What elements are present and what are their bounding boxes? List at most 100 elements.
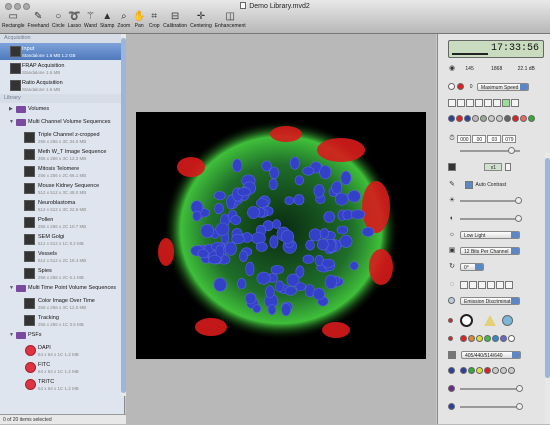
bin-1-button[interactable] <box>460 280 468 289</box>
intensity-slider-2[interactable] <box>460 402 523 410</box>
tool-centering-button[interactable]: ✛ Centering <box>190 11 212 33</box>
list-item[interactable]: Tracking 256 x 256 x 1C 3.5 MB <box>0 312 124 329</box>
frame-field-2[interactable]: 00 <box>472 134 487 143</box>
histogram-icon[interactable] <box>475 98 483 107</box>
tool-lasso-button[interactable]: ➰ Lasso <box>68 11 81 33</box>
frame-field-3[interactable]: 03 <box>487 134 502 143</box>
channel-olive-swatch[interactable] <box>480 115 487 123</box>
list-item[interactable]: DAPI 64 x 64 x 1C 1.2 MB <box>0 342 124 359</box>
channel-red-swatch[interactable] <box>456 115 463 123</box>
list-item[interactable]: Triple Channel z-cropped 256 x 256 x 3C 3… <box>0 129 124 146</box>
record-mode-icon[interactable] <box>457 98 465 107</box>
disclosure-triangle-icon[interactable]: ▼ <box>9 329 14 342</box>
bin-2-button[interactable] <box>469 280 477 289</box>
wl-4[interactable] <box>484 367 491 375</box>
filter-orange[interactable] <box>468 335 475 343</box>
image-viewer[interactable] <box>126 34 436 424</box>
rotation-dropdown[interactable]: 0° <box>460 262 484 271</box>
bin-5-button[interactable] <box>496 280 504 289</box>
library-group[interactable]: ▼ PSFs <box>0 329 124 342</box>
bin-4-button[interactable] <box>487 280 495 289</box>
filter-red[interactable] <box>460 335 467 343</box>
channel-green-swatch[interactable] <box>528 115 535 123</box>
channel-light-swatch[interactable] <box>488 115 495 123</box>
frame-field-4[interactable]: 079 <box>502 134 517 143</box>
tool-circle-button[interactable]: ○ Circle <box>52 11 65 33</box>
wl-6[interactable] <box>500 367 507 375</box>
bin-3-button[interactable] <box>478 280 486 289</box>
microscopy-image[interactable] <box>136 112 426 359</box>
channel-grey-swatch[interactable] <box>472 115 479 123</box>
tool-zoom-button[interactable]: ⌕ Zoom <box>117 11 130 33</box>
filter-white[interactable] <box>508 335 515 343</box>
channel-red2-swatch[interactable] <box>512 115 519 123</box>
list-item[interactable]: Vessels 512 x 512 x 2C 18.4 MB <box>0 248 124 265</box>
wl-5[interactable] <box>492 367 499 375</box>
bit-depth-dropdown[interactable]: 12 Bits Per Channel <box>460 246 520 255</box>
light-mode-dropdown[interactable]: Low Light <box>460 230 520 239</box>
zoom-field[interactable]: x1 <box>484 162 503 171</box>
list-item[interactable]: Spies 256 x 256 x 2C 6.1 MB <box>0 265 124 282</box>
list-item[interactable]: TRITC 64 x 64 x 1C 1.2 MB <box>0 376 124 393</box>
filter-yellow[interactable] <box>476 335 483 343</box>
tool-stamp-button[interactable]: ▲ Stamp <box>100 11 114 33</box>
frame-slider-knob[interactable] <box>508 146 515 154</box>
tool-wand-button[interactable]: ⚚ Wand <box>84 11 97 33</box>
library-group[interactable]: ▼ Multi Channel Volume Sequences <box>0 116 124 129</box>
disclosure-triangle-icon[interactable]: ▼ <box>9 116 14 129</box>
camera-icon[interactable] <box>448 98 456 107</box>
contrast-slider[interactable] <box>460 214 522 222</box>
library-group[interactable]: ▶ Volumes <box>0 103 124 116</box>
list-item[interactable]: FITC 64 x 64 x 1C 1.2 MB <box>0 359 124 376</box>
tool-rectangle-button[interactable]: ▭ Rectangle <box>2 11 25 33</box>
filter-green[interactable] <box>484 335 491 343</box>
snowflake-icon[interactable] <box>511 98 519 107</box>
tool-pan-button[interactable]: ✋ Pan <box>133 11 145 33</box>
filter-blue[interactable] <box>492 335 499 343</box>
list-item[interactable]: Pollen 256 x 256 x 2C 10.7 MB <box>0 214 124 231</box>
library-group[interactable]: ▼ Multi Time Point Volume Sequences <box>0 282 124 295</box>
list-item[interactable]: Input Standalone 1.6 MB 1.2 GB <box>0 43 124 60</box>
tool-enhancement-button[interactable]: ◫ Enhancement <box>215 11 246 33</box>
list-item[interactable]: Mitosis Telomere 256 x 256 x 2C 66.1 MB <box>0 163 124 180</box>
list-item[interactable]: Meth W_T Image Sequence 256 x 256 x 3C 12… <box>0 146 124 163</box>
bin-6-button[interactable] <box>505 280 513 289</box>
aperture-circle[interactable] <box>460 314 473 327</box>
grid-icon[interactable] <box>484 98 492 107</box>
panel-scrollbar[interactable] <box>545 152 550 424</box>
wl-3[interactable] <box>476 367 483 375</box>
intensity-knob-2[interactable] <box>516 402 523 410</box>
speed-dropdown[interactable]: Maximum Speed <box>476 82 529 91</box>
wl-1[interactable] <box>460 367 467 375</box>
triangle-icon[interactable] <box>484 315 496 326</box>
frame-slider[interactable] <box>460 146 520 154</box>
disclosure-triangle-icon[interactable]: ▼ <box>9 282 14 295</box>
channel-light2-swatch[interactable] <box>496 115 503 123</box>
intensity-knob-1[interactable] <box>516 384 523 392</box>
brightness-knob[interactable] <box>515 196 522 204</box>
pause-icon[interactable] <box>448 83 455 91</box>
list-item[interactable]: Color Image Over Time 256 x 256 x 3C 12.0… <box>0 295 124 312</box>
wl-7[interactable] <box>508 367 515 375</box>
disclosure-triangle-icon[interactable]: ▶ <box>9 103 13 116</box>
list-item[interactable]: Neuroblastoma 512 x 512 x 3C 22.6 MB <box>0 197 124 214</box>
wl-2[interactable] <box>468 367 475 375</box>
list-item[interactable]: SEM Golgi 512 x 512 x 1C 8.2 MB <box>0 231 124 248</box>
tool-calibration-button[interactable]: ⊟ Calibration <box>163 11 187 33</box>
list-item[interactable]: Mouse Kidney Sequence 512 x 512 x 3C 48.0… <box>0 180 124 197</box>
auto-contrast-checkbox[interactable] <box>465 180 474 189</box>
brightness-slider[interactable] <box>460 196 522 204</box>
channel-dark-swatch[interactable] <box>504 115 511 123</box>
sphere-icon[interactable] <box>502 315 513 326</box>
frame-field-1[interactable]: 000 <box>457 134 472 143</box>
list-item[interactable]: Ratio Acquisition Standalone 1.6 MB <box>0 77 124 94</box>
emission-dropdown[interactable]: Emission Discriminat... <box>460 296 520 305</box>
gear-icon[interactable] <box>502 98 510 107</box>
panel-scroll-thumb[interactable] <box>545 158 550 378</box>
channel-blue-swatch[interactable] <box>448 115 455 123</box>
channel-pink-swatch[interactable] <box>520 115 527 123</box>
zoom-stepper[interactable] <box>504 162 511 171</box>
list-item[interactable]: FRAP Acquisition Standalone 1.6 MB <box>0 60 124 77</box>
frames-icon[interactable] <box>493 98 501 107</box>
intensity-slider-1[interactable] <box>460 384 523 392</box>
